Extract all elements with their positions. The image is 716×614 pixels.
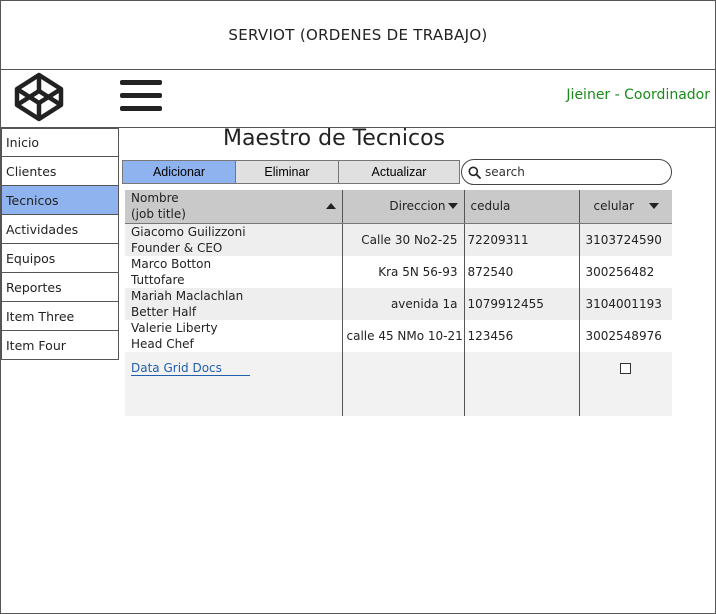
sort-down-icon[interactable] [447, 203, 458, 210]
footer-cell [464, 351, 580, 384]
hamburger-line [120, 93, 162, 98]
table-row[interactable]: Giacomo Guilizzoni Founder & CEO Calle 30… [125, 223, 672, 256]
row-checkbox[interactable] [620, 362, 632, 374]
tecnicos-data-grid: Nombre (job title) Direccion cedula celu… [125, 190, 672, 416]
grid-empty-row [125, 383, 672, 416]
row-name: Mariah Maclachlan [131, 288, 244, 303]
column-header-direccion-label: Direccion [389, 199, 446, 214]
row-direccion: Kra 5N 56-93 [342, 255, 465, 288]
sort-up-icon[interactable] [325, 203, 336, 210]
row-celular: 300256482 [579, 255, 672, 288]
sidebar-item-item-four[interactable]: Item Four [1, 331, 119, 360]
sidebar-item-inicio[interactable]: Inicio [1, 128, 119, 157]
column-header-direccion[interactable]: Direccion [342, 190, 465, 224]
footer-cell [342, 351, 465, 384]
app-title-bar: SERVIOT (ORDENES DE TRABAJO) [0, 0, 716, 70]
row-cedula: 123456 [464, 319, 580, 352]
column-header-job-title-label: (job title) [131, 207, 186, 222]
search-box [461, 159, 672, 185]
row-celular: 3103724590 [579, 223, 672, 256]
column-header-cedula[interactable]: cedula [464, 190, 580, 224]
sort-down-icon[interactable] [649, 203, 659, 210]
column-header-nombre-label: Nombre [131, 191, 179, 206]
column-header-celular-label: celular [593, 199, 635, 214]
row-cedula: 72209311 [464, 223, 580, 256]
hamburger-line [120, 80, 162, 85]
row-name: Valerie Liberty [131, 320, 218, 335]
search-input[interactable] [485, 165, 655, 179]
row-job-title: Better Half [131, 304, 197, 319]
search-icon [468, 166, 481, 179]
row-cedula: 1079912455 [464, 287, 580, 320]
page-title: Maestro de Tecnicos [223, 126, 445, 151]
tecnicos-table: Nombre (job title) Direccion cedula celu… [125, 190, 672, 416]
column-header-celular[interactable]: celular [579, 190, 672, 224]
row-job-title: Tuttofare [131, 272, 185, 287]
row-name: Giacomo Guilizzoni [131, 224, 246, 239]
delete-button[interactable]: Eliminar [235, 160, 339, 184]
update-button[interactable]: Actualizar [338, 160, 460, 184]
row-celular: 3002548976 [579, 319, 672, 352]
grid-footer-row: Data Grid Docs [125, 351, 672, 384]
sidebar-item-actividades[interactable]: Actividades [1, 215, 119, 244]
row-job-title: Founder & CEO [131, 240, 223, 255]
row-cedula: 872540 [464, 255, 580, 288]
table-row[interactable]: Marco Botton Tuttofare Kra 5N 56-93 87254… [125, 255, 672, 288]
data-grid-docs-link[interactable]: Data Grid Docs [131, 360, 250, 376]
column-header-nombre[interactable]: Nombre (job title) [125, 190, 343, 224]
table-row[interactable]: Mariah Maclachlan Better Half avenida 1a … [125, 287, 672, 320]
table-header-row: Nombre (job title) Direccion cedula celu… [125, 190, 672, 224]
add-button[interactable]: Adicionar [122, 160, 236, 184]
sidebar-item-equipos[interactable]: Equipos [1, 244, 119, 273]
sidebar-item-tecnicos[interactable]: Tecnicos [1, 186, 119, 215]
row-direccion: calle 45 NMo 10-21 [342, 319, 465, 352]
codepen-cube-logo-icon[interactable] [13, 72, 65, 122]
row-direccion: avenida 1a [342, 287, 465, 320]
hamburger-menu-icon[interactable] [120, 80, 162, 114]
row-celular: 3104001193 [579, 287, 672, 320]
grid-toolbar: Adicionar Eliminar Actualizar [122, 160, 460, 184]
column-header-cedula-label: cedula [470, 199, 511, 214]
user-role-label[interactable]: Jieiner - Coordinador [566, 87, 710, 103]
row-direccion: Calle 30 No2-25 [342, 223, 465, 256]
sidebar-item-clientes[interactable]: Clientes [1, 157, 119, 186]
row-job-title: Head Chef [131, 336, 194, 351]
table-row[interactable]: Valerie Liberty Head Chef calle 45 NMo 10… [125, 319, 672, 352]
row-name: Marco Botton [131, 256, 212, 271]
sidebar-item-reportes[interactable]: Reportes [1, 273, 119, 302]
sidebar-nav: Inicio Clientes Tecnicos Actividades Equ… [1, 128, 119, 360]
app-title: SERVIOT (ORDENES DE TRABAJO) [228, 25, 488, 44]
sidebar-item-item-three[interactable]: Item Three [1, 302, 119, 331]
hamburger-line [120, 106, 162, 111]
